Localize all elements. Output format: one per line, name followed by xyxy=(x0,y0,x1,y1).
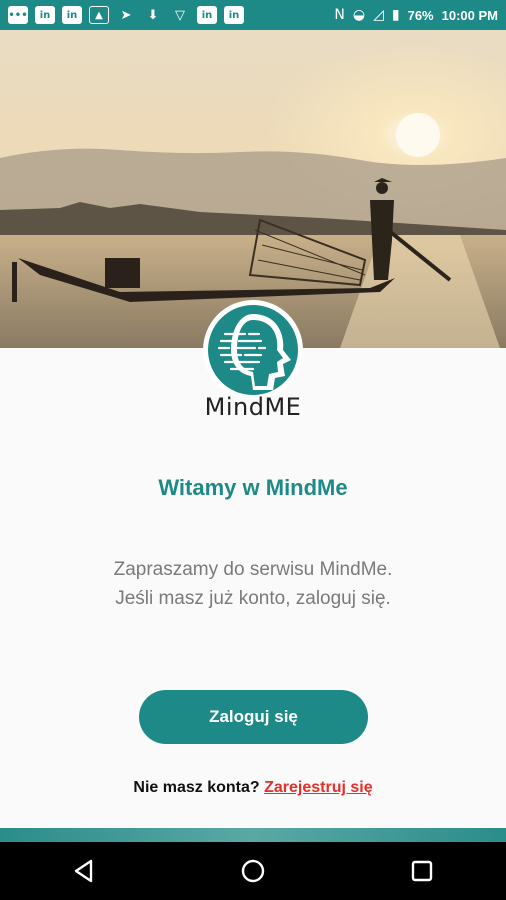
recents-icon xyxy=(411,860,432,882)
wifi-icon: ◒ xyxy=(352,7,366,23)
messages-icon: ••• xyxy=(8,6,28,24)
head-icon xyxy=(208,305,298,395)
clock: 10:00 PM xyxy=(441,7,498,23)
status-bar: ••• in in ▲ ➤ ⬇ ▽ in in N ◒ ◿ ▮ 76% 10:0… xyxy=(0,0,506,30)
back-icon xyxy=(75,859,93,883)
bottom-strip xyxy=(0,828,506,842)
welcome-title: Witamy w MindMe xyxy=(158,475,348,500)
register-link[interactable]: Zarejestruj się xyxy=(264,779,373,796)
navigation-bar xyxy=(0,842,506,900)
welcome-text: Zapraszamy do serwisu MindMe. Jeśli masz… xyxy=(113,559,393,609)
nfc-icon: N xyxy=(334,7,345,23)
back-button[interactable] xyxy=(54,842,114,900)
battery-icon: ▮ xyxy=(391,7,400,23)
linkedin-icon: in xyxy=(62,6,82,24)
image-icon: ▲ xyxy=(89,6,109,24)
register-row: Nie masz konta? Zarejestruj się xyxy=(0,779,506,797)
recents-button[interactable] xyxy=(392,842,452,900)
login-button[interactable]: Zaloguj się xyxy=(139,690,368,744)
vpn-icon: ▽ xyxy=(175,7,185,23)
logo-text: MindME xyxy=(204,393,302,421)
linkedin-icon: in xyxy=(197,6,217,24)
download-icon: ⬇ xyxy=(147,7,159,23)
home-icon xyxy=(241,859,265,883)
battery-level: 76% xyxy=(407,7,434,23)
home-button[interactable] xyxy=(223,842,283,900)
linkedin-icon: in xyxy=(224,6,244,24)
telegram-icon: ➤ xyxy=(120,7,132,23)
no-account-text: Nie masz konta? xyxy=(133,779,260,796)
linkedin-icon: in xyxy=(35,6,55,24)
logo xyxy=(203,300,303,400)
no-signal-icon: ◿ xyxy=(373,7,384,23)
notification-icons: ••• in in ▲ ➤ ⬇ ▽ in in xyxy=(8,6,244,24)
system-icons: N ◒ ◿ ▮ 76% 10:00 PM xyxy=(334,7,498,23)
